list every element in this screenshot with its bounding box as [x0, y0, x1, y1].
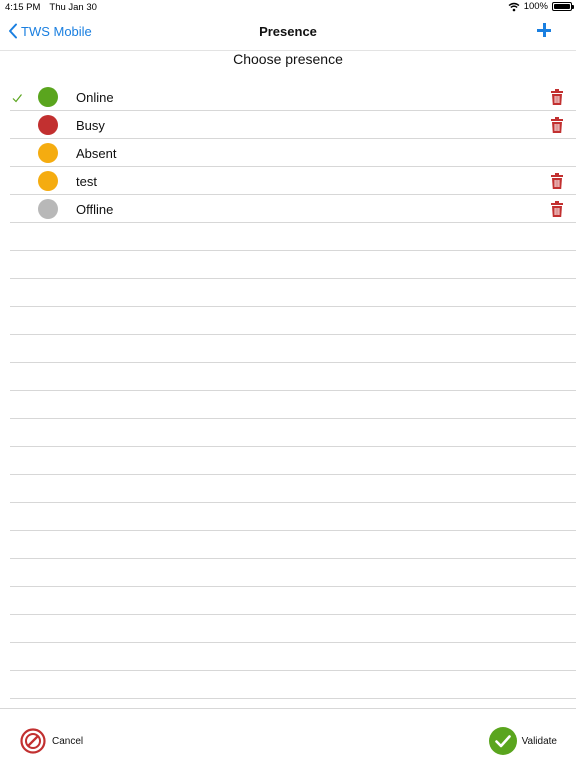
empty-list-row: [10, 223, 576, 251]
add-presence-button[interactable]: [537, 23, 551, 37]
presence-row-busy[interactable]: Busy: [10, 111, 576, 139]
status-date: Thu Jan 30: [49, 2, 97, 13]
empty-list-row: [10, 447, 576, 475]
presence-row-test[interactable]: test: [10, 167, 576, 195]
empty-list-row: [10, 335, 576, 363]
empty-list-row: [10, 643, 576, 671]
status-time: 4:15 PM: [5, 2, 41, 13]
presence-row-offline[interactable]: Offline: [10, 195, 576, 223]
navigation-bar: TWS Mobile Presence: [0, 14, 576, 51]
wifi-icon: [508, 2, 520, 11]
empty-list-row: [10, 279, 576, 307]
presence-list: Online Busy Absent test Offline: [10, 83, 576, 699]
status-color-dot: [38, 171, 58, 191]
empty-list-row: [10, 419, 576, 447]
checkmark-circle-icon: [488, 727, 517, 755]
empty-list-row: [10, 363, 576, 391]
empty-list-row: [10, 307, 576, 335]
cancel-button[interactable]: Cancel: [20, 728, 83, 754]
footer-toolbar: Cancel Validate: [0, 708, 576, 768]
status-bar: 4:15 PM Thu Jan 30 100%: [0, 0, 576, 14]
trash-icon[interactable]: [551, 117, 563, 133]
presence-label: test: [76, 174, 97, 189]
empty-list-row: [10, 503, 576, 531]
battery-percent: 100%: [523, 1, 548, 12]
cancel-icon: [20, 728, 46, 754]
cancel-button-label: Cancel: [52, 735, 84, 747]
trash-icon[interactable]: [551, 201, 563, 217]
status-indicators: 100%: [508, 1, 574, 12]
empty-list-row: [10, 559, 576, 587]
presence-label: Online: [76, 90, 114, 105]
presence-row-absent[interactable]: Absent: [10, 139, 576, 167]
validate-button[interactable]: Validate: [488, 726, 557, 756]
trash-icon[interactable]: [551, 173, 563, 189]
empty-list-row: [10, 615, 576, 643]
checkmark-icon: [12, 90, 22, 103]
status-color-dot: [38, 115, 58, 135]
empty-list-row: [10, 531, 576, 559]
status-color-dot: [38, 199, 58, 219]
empty-list-row: [10, 475, 576, 503]
empty-list-row: [10, 391, 576, 419]
empty-list-row: [10, 251, 576, 279]
presence-label: Busy: [76, 118, 105, 133]
validate-button-label: Validate: [521, 735, 557, 747]
empty-list-row: [10, 587, 576, 615]
page-title: Presence: [259, 24, 317, 39]
presence-row-online[interactable]: Online: [10, 83, 576, 111]
status-color-dot: [38, 143, 58, 163]
trash-icon[interactable]: [551, 89, 563, 105]
status-time-date: 4:15 PM Thu Jan 30: [5, 2, 106, 13]
presence-label: Absent: [76, 146, 117, 161]
section-heading: Choose presence: [233, 51, 343, 67]
empty-list-row: [10, 671, 576, 699]
presence-label: Offline: [76, 202, 114, 217]
battery-icon: [552, 2, 574, 11]
status-color-dot: [38, 87, 58, 107]
